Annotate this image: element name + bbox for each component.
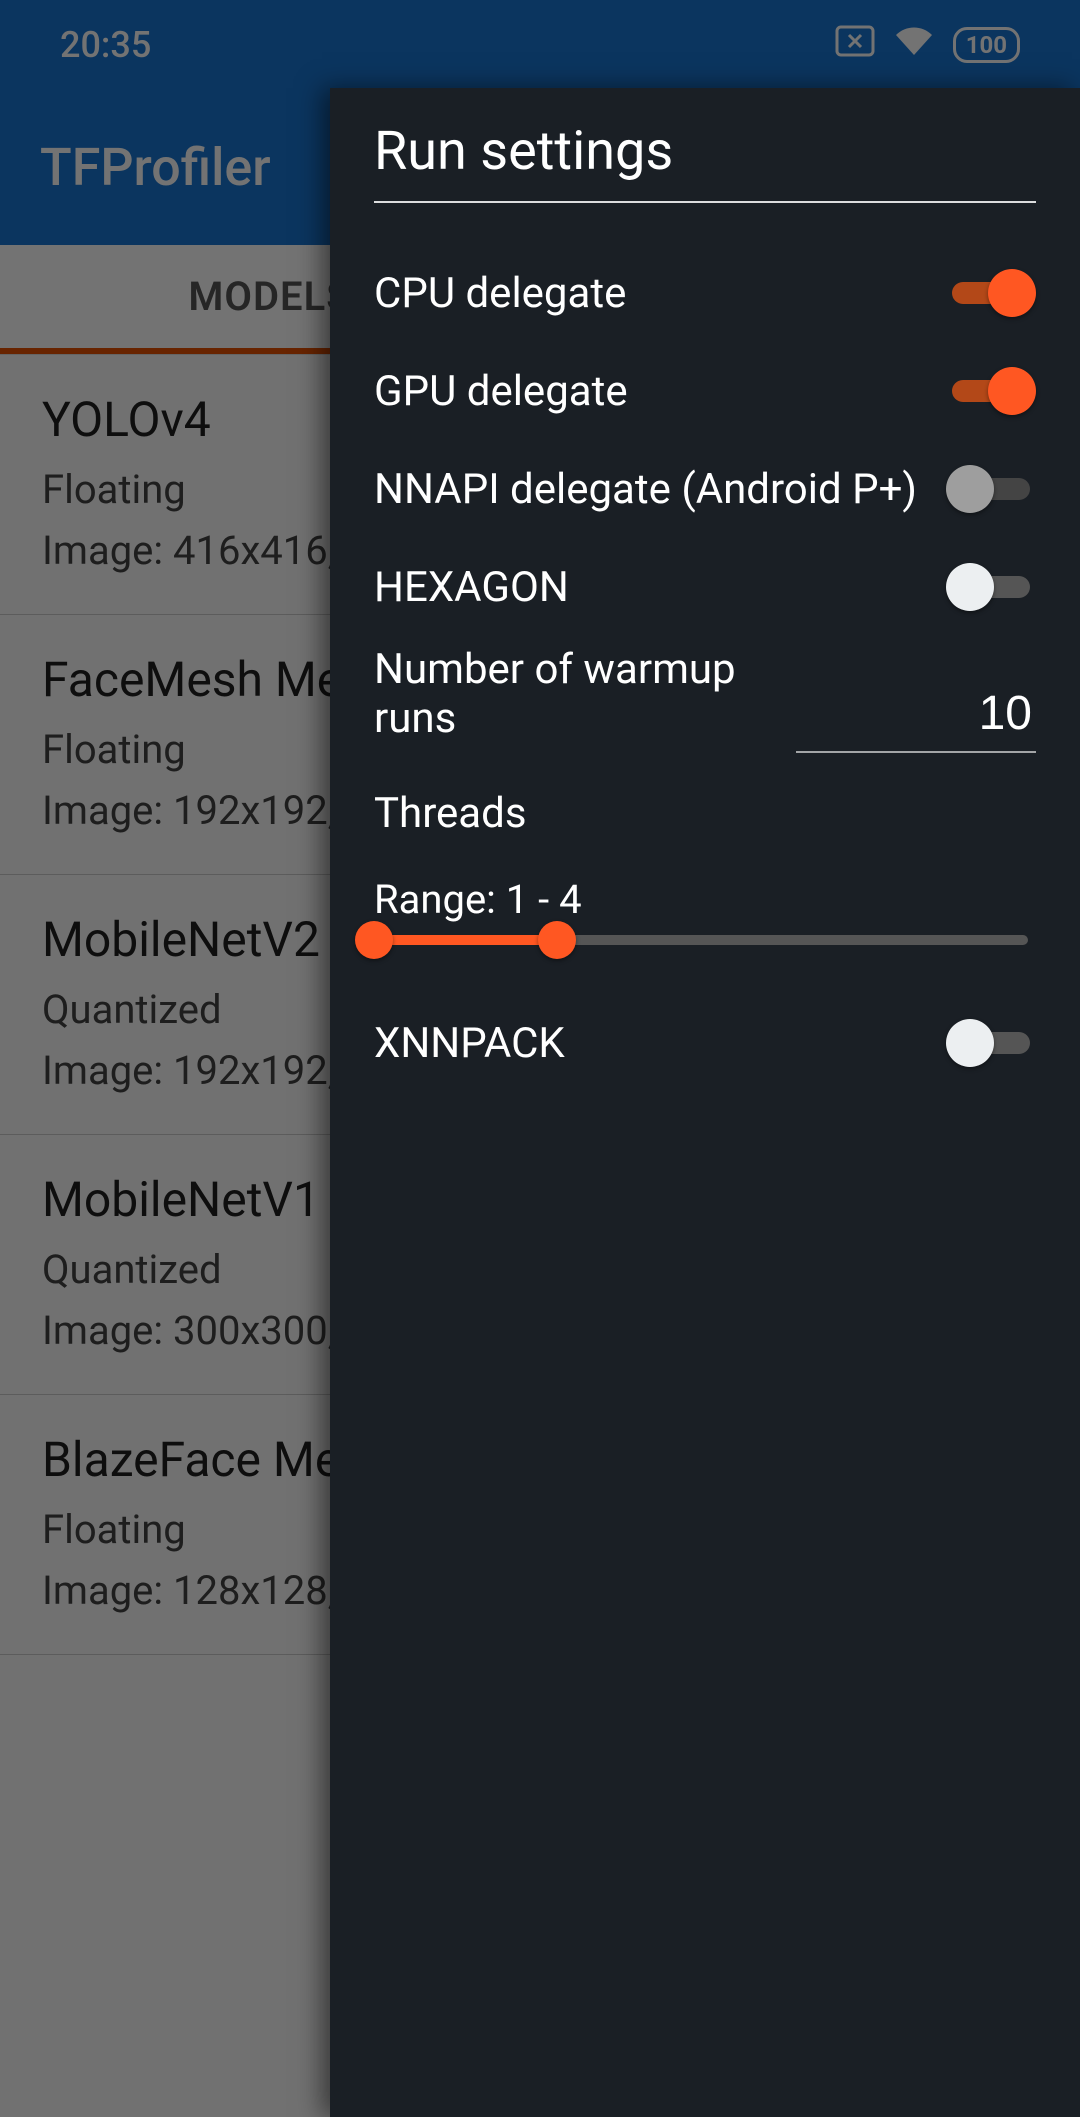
setting-gpu-delegate: GPU delegate — [374, 343, 1036, 439]
hexagon-toggle[interactable] — [946, 563, 1036, 611]
xnnpack-toggle[interactable] — [946, 1019, 1036, 1067]
cpu-delegate-toggle[interactable] — [946, 269, 1036, 317]
cpu-delegate-label: CPU delegate — [374, 269, 626, 318]
setting-warmup-runs: Number of warmup runs — [374, 645, 1036, 753]
setting-nnapi-delegate: NNAPI delegate (Android P+) — [374, 441, 1036, 537]
nnapi-delegate-toggle[interactable] — [946, 465, 1036, 513]
setting-xnnpack: XNNPACK — [374, 995, 1036, 1091]
setting-hexagon: HEXAGON — [374, 539, 1036, 635]
panel-title: Run settings — [374, 120, 1036, 203]
threads-range-thumb-high[interactable] — [538, 921, 576, 959]
hexagon-label: HEXAGON — [374, 563, 569, 612]
warmup-label: Number of warmup runs — [374, 645, 796, 753]
threads-label: Threads — [374, 789, 1036, 838]
threads-range-slider[interactable] — [374, 935, 1028, 945]
xnnpack-label: XNNPACK — [374, 1019, 565, 1068]
threads-range-label: Range: 1 - 4 — [374, 876, 1036, 923]
run-settings-panel: Run settings CPU delegate GPU delegate N… — [330, 88, 1080, 2117]
gpu-delegate-toggle[interactable] — [946, 367, 1036, 415]
gpu-delegate-label: GPU delegate — [374, 367, 628, 416]
threads-range-thumb-low[interactable] — [355, 921, 393, 959]
setting-cpu-delegate: CPU delegate — [374, 245, 1036, 341]
app-root: 20:35 100 TFProfiler MODELS REPORTS YOLO… — [0, 0, 1080, 2117]
nnapi-delegate-label: NNAPI delegate (Android P+) — [374, 465, 917, 514]
warmup-input[interactable] — [796, 680, 1036, 753]
